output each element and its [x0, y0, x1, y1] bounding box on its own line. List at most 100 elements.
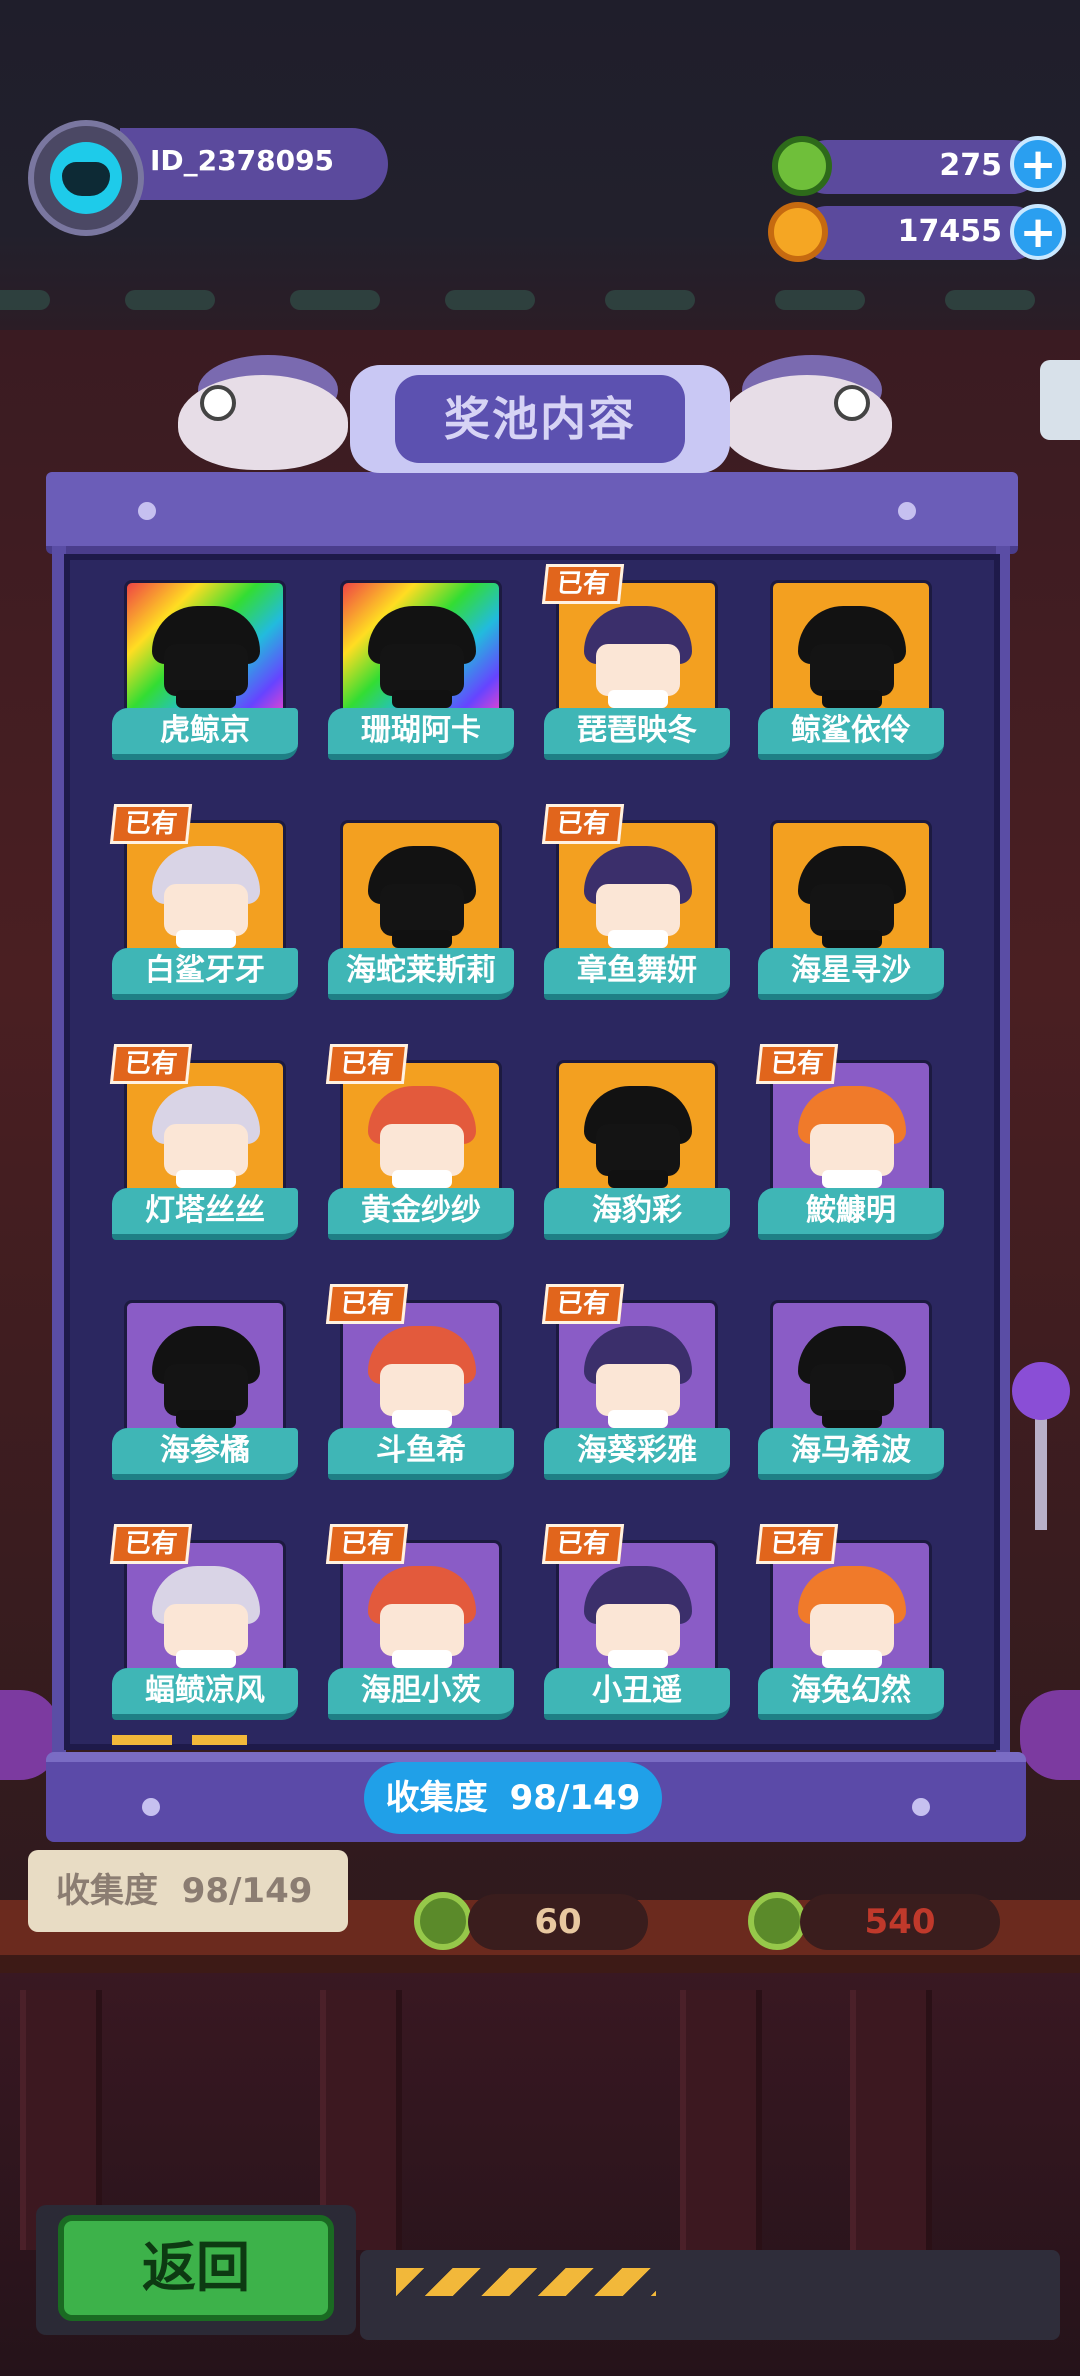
fish-ornament-left — [178, 355, 348, 475]
character-portrait-icon — [584, 1086, 692, 1188]
hazard-stripe — [396, 2268, 656, 2296]
character-portrait-icon — [798, 846, 906, 948]
reward-card[interactable]: 白鲨牙牙 已有 — [109, 804, 298, 1008]
character-name: 黄金纱纱 — [328, 1188, 514, 1240]
reward-card[interactable]: 蝠鲼凉风 已有 — [109, 1524, 298, 1728]
reward-card[interactable]: 鲸鲨依伶 — [758, 580, 944, 768]
reward-card[interactable]: 海星寻沙 — [758, 820, 944, 1008]
bolt — [912, 1798, 930, 1816]
character-name: 鲸鲨依伶 — [758, 708, 944, 760]
green-coin-icon — [414, 1892, 472, 1950]
owned-badge: 已有 — [325, 1044, 409, 1084]
reward-card[interactable]: 章鱼舞妍 已有 — [541, 804, 730, 1008]
reward-card[interactable]: 海兔幻然 已有 — [755, 1524, 944, 1728]
avatar[interactable] — [28, 120, 144, 236]
character-name: 海胆小茨 — [328, 1668, 514, 1720]
bolt — [138, 502, 156, 520]
character-portrait-icon — [584, 846, 692, 948]
owned-badge: 已有 — [541, 1524, 625, 1564]
character-portrait-icon — [152, 1086, 260, 1188]
reward-card[interactable]: 虎鲸京 — [112, 580, 298, 768]
back-button[interactable]: 返回 — [58, 2215, 334, 2321]
panel-top-bar — [46, 472, 1018, 554]
owned-badge: 已有 — [541, 1284, 625, 1324]
reward-card[interactable]: 黄金纱纱 已有 — [325, 1044, 514, 1248]
character-portrait-icon — [584, 1326, 692, 1428]
bolt — [142, 1798, 160, 1816]
decor-pillar — [680, 1990, 762, 2250]
share-icon[interactable] — [1040, 360, 1080, 440]
character-name: 海星寻沙 — [758, 948, 944, 1000]
character-name: 章鱼舞妍 — [544, 948, 730, 1000]
character-portrait-icon — [152, 1566, 260, 1668]
character-name: 海豹彩 — [544, 1188, 730, 1240]
panel-title: 奖池内容 — [395, 375, 685, 463]
reward-card[interactable]: 海葵彩雅 已有 — [541, 1284, 730, 1488]
cat-avatar-icon — [50, 142, 122, 214]
character-name: 小丑遥 — [544, 1668, 730, 1720]
reward-card[interactable]: 珊瑚阿卡 — [328, 580, 514, 768]
scroll-indicator — [192, 1735, 247, 1745]
character-name: 虎鲸京 — [112, 708, 298, 760]
character-portrait-icon — [152, 1326, 260, 1428]
add-gold-button[interactable]: + — [1010, 204, 1066, 260]
reward-card[interactable]: 灯塔丝丝 已有 — [109, 1044, 298, 1248]
character-portrait-icon — [798, 606, 906, 708]
character-name: 海兔幻然 — [758, 1668, 944, 1720]
reward-card[interactable]: 琵琶映冬 已有 — [541, 564, 730, 768]
owned-badge: 已有 — [109, 1524, 193, 1564]
bolt — [898, 502, 916, 520]
reward-card[interactable]: 海胆小茨 已有 — [325, 1524, 514, 1728]
reward-card[interactable]: 鮟鱇明 已有 — [755, 1044, 944, 1248]
character-name: 白鲨牙牙 — [112, 948, 298, 1000]
character-portrait-icon — [584, 1566, 692, 1668]
reward-card[interactable]: 海参橘 — [112, 1300, 298, 1488]
character-name: 海马希波 — [758, 1428, 944, 1480]
add-green-coin-button[interactable]: + — [1010, 136, 1066, 192]
reward-card[interactable]: 斗鱼希 已有 — [325, 1284, 514, 1488]
reward-card[interactable]: 海豹彩 — [544, 1060, 730, 1248]
character-portrait-icon — [152, 606, 260, 708]
character-name: 灯塔丝丝 — [112, 1188, 298, 1240]
owned-badge: 已有 — [325, 1524, 409, 1564]
character-portrait-icon — [368, 846, 476, 948]
owned-badge: 已有 — [755, 1044, 839, 1084]
reward-card[interactable]: 海蛇莱斯莉 — [328, 820, 514, 1008]
character-name: 海葵彩雅 — [544, 1428, 730, 1480]
character-name: 蝠鲼凉风 — [112, 1668, 298, 1720]
decor-pillar — [850, 1990, 932, 2250]
owned-badge: 已有 — [755, 1524, 839, 1564]
owned-badge: 已有 — [109, 1044, 193, 1084]
decor-dash-row — [0, 290, 1080, 312]
character-portrait-icon — [798, 1566, 906, 1668]
character-portrait-icon — [368, 1086, 476, 1188]
character-name: 斗鱼希 — [328, 1428, 514, 1480]
green-coin-icon — [748, 1892, 806, 1950]
owned-badge: 已有 — [109, 804, 193, 844]
reward-card[interactable]: 小丑遥 已有 — [541, 1524, 730, 1728]
character-name: 鮟鱇明 — [758, 1188, 944, 1240]
character-portrait-icon — [798, 1326, 906, 1428]
fish-ornament-right — [722, 355, 892, 475]
character-portrait-icon — [798, 1086, 906, 1188]
character-portrait-icon — [368, 1566, 476, 1668]
character-name: 珊瑚阿卡 — [328, 708, 514, 760]
lever-stick — [1035, 1410, 1047, 1530]
character-portrait-icon — [368, 606, 476, 708]
reward-card[interactable]: 海马希波 — [758, 1300, 944, 1488]
owned-badge: 已有 — [541, 564, 625, 604]
owned-badge: 已有 — [325, 1284, 409, 1324]
price-1: 60 — [468, 1894, 648, 1950]
scroll-indicator — [112, 1735, 172, 1745]
character-name: 海蛇莱斯莉 — [328, 948, 514, 1000]
character-name: 琵琶映冬 — [544, 708, 730, 760]
owned-badge: 已有 — [541, 804, 625, 844]
player-id: ID_2378095 — [150, 144, 335, 177]
currency-green-value: 275 — [939, 148, 1002, 183]
character-name: 海参橘 — [112, 1428, 298, 1480]
collection-progress: 收集度 98/149 — [364, 1762, 662, 1834]
currency-gold-value: 17455 — [897, 214, 1002, 249]
counter-edge — [0, 1955, 1080, 1973]
background-collection-label: 收集度 98/149 — [28, 1850, 348, 1932]
gacha-lever-icon[interactable] — [1012, 1362, 1070, 1420]
